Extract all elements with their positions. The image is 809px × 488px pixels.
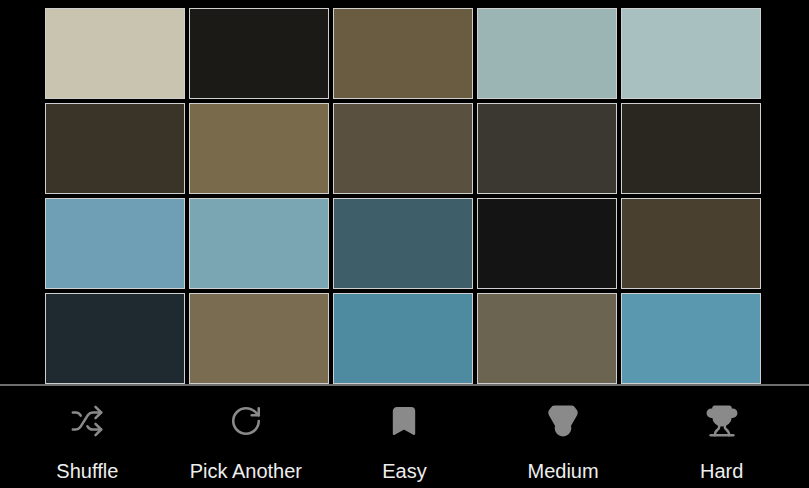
puzzle-tile[interactable] [621, 103, 761, 194]
puzzle-tile[interactable] [621, 198, 761, 289]
trophy-icon [705, 404, 739, 438]
puzzle-tile[interactable] [333, 293, 473, 384]
action-button[interactable]: Medium [484, 386, 643, 488]
refresh-icon [229, 404, 263, 438]
puzzle-tile[interactable] [189, 198, 329, 289]
action-button[interactable]: Shuffle [8, 386, 167, 488]
puzzle-tile[interactable] [45, 293, 185, 384]
puzzle-tile[interactable] [45, 103, 185, 194]
puzzle-tile[interactable] [189, 293, 329, 384]
bookmark-icon [387, 404, 421, 438]
puzzle-tile[interactable] [45, 8, 185, 99]
action-label: Shuffle [56, 458, 118, 484]
action-bar: Shuffle Pick Another Easy Medium Hard [0, 384, 809, 488]
puzzle-tile[interactable] [477, 103, 617, 194]
puzzle-tile[interactable] [45, 198, 185, 289]
puzzle-tile[interactable] [189, 8, 329, 99]
action-label: Pick Another [190, 458, 302, 484]
puzzle-tile[interactable] [477, 293, 617, 384]
puzzle-tile[interactable] [621, 293, 761, 384]
puzzle-tile[interactable] [189, 103, 329, 194]
shuffle-icon [70, 404, 104, 438]
medal-icon [546, 404, 580, 438]
puzzle-tile[interactable] [333, 103, 473, 194]
action-label: Hard [700, 458, 743, 484]
action-button[interactable]: Hard [642, 386, 801, 488]
puzzle-screen: Shuffle Pick Another Easy Medium Hard [0, 0, 809, 488]
action-label: Easy [382, 458, 426, 484]
action-label: Medium [528, 458, 599, 484]
puzzle-tile[interactable] [621, 8, 761, 99]
puzzle-tile[interactable] [333, 8, 473, 99]
action-button[interactable]: Easy [325, 386, 484, 488]
puzzle-tile[interactable] [333, 198, 473, 289]
puzzle-tile[interactable] [477, 198, 617, 289]
puzzle-tile[interactable] [477, 8, 617, 99]
action-button[interactable]: Pick Another [167, 386, 326, 488]
puzzle-grid [0, 0, 809, 384]
